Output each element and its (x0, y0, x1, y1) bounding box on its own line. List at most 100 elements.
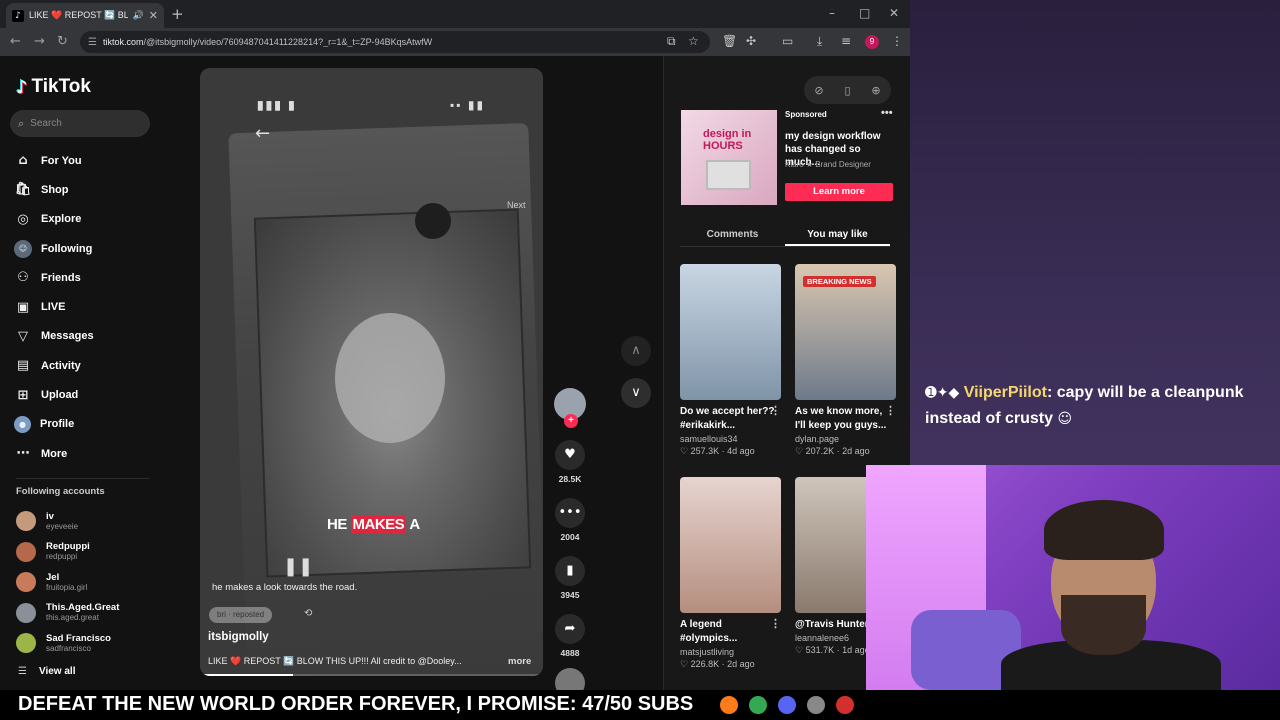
video-progress-bar[interactable] (200, 674, 543, 676)
tab-comments[interactable]: Comments (680, 221, 785, 246)
video-thumbnail[interactable] (680, 264, 781, 400)
previous-video-button[interactable]: ∧ (621, 336, 651, 366)
sidebar-item-live[interactable]: ▣ LIVE (14, 292, 159, 321)
card-meta: ♡ 257.3K · 4d ago (680, 446, 781, 457)
card-username[interactable]: samuellouis34 (680, 434, 781, 444)
card-username[interactable]: matsjustliving (680, 647, 781, 657)
sidebar-item-messages[interactable]: ▽ Messages (14, 322, 159, 351)
video-card[interactable]: BREAKING NEWS ⋮ As we know more, I'll keep… (795, 264, 896, 457)
card-options-icon[interactable]: ⋮ (885, 404, 896, 417)
next-video-button[interactable]: ∨ (621, 378, 651, 408)
new-tab-button[interactable]: + (171, 5, 184, 23)
video-card[interactable]: ⋮ Do we accept her?? #erikakirk... samuell… (680, 264, 781, 457)
repost-pill[interactable]: bri · reposted (209, 607, 273, 623)
comment-icon[interactable]: ••• (555, 498, 585, 528)
sidebar-item-label: Explore (41, 213, 82, 226)
ad-thumbnail[interactable]: design in HOURS (681, 110, 777, 205)
speaker-icon[interactable]: 🔊 (133, 11, 144, 21)
learn-more-button[interactable]: Learn more (785, 183, 893, 201)
app-icon[interactable] (807, 696, 825, 714)
meta-separator: · (834, 446, 843, 456)
close-tab-icon[interactable]: ✕ (149, 9, 158, 22)
account-name: Sad Francisco (46, 632, 111, 644)
globe-icon[interactable]: ⊕ (871, 84, 880, 97)
tiktok-logo[interactable]: ♪ TikTok (16, 76, 91, 98)
following-account[interactable]: Sad Francisco sadfrancisco (16, 628, 156, 659)
follow-plus-icon[interactable]: + (564, 414, 578, 428)
firefox-icon[interactable] (720, 696, 738, 714)
extensions-icon[interactable]: ✣ (746, 34, 756, 48)
screen-share-icon[interactable]: ▭ (782, 34, 793, 48)
sidebar-item-for-you[interactable]: ⌂ For You (14, 146, 159, 175)
minimize-icon[interactable]: – (829, 6, 835, 20)
url-field[interactable]: ☰ tiktok.com/@itsbigmolly/video/76094870… (80, 31, 710, 53)
forward-icon[interactable]: → (34, 34, 45, 49)
trash-icon[interactable]: 🗑 (722, 34, 737, 48)
bookmark-star-icon[interactable]: ☆ (688, 34, 699, 48)
sidebar-item-label: Shop (41, 183, 69, 196)
back-icon[interactable]: ← (10, 34, 21, 49)
meta-separator: · (719, 659, 728, 669)
more-link[interactable]: more (508, 656, 531, 667)
search-input[interactable]: ⌕ Search (10, 110, 150, 137)
chat-colon: : (1046, 384, 1053, 401)
browser-tab[interactable]: ♪ LIKE ❤️ REPOST 🔄 BLOW 🔊 ✕ (6, 3, 164, 28)
cam-person-beard (1061, 595, 1146, 655)
repost-icon[interactable]: ⟲ (304, 608, 312, 619)
pause-icon[interactable]: ❚❚ (283, 556, 313, 577)
card-options-icon[interactable]: ⋮ (770, 617, 781, 630)
menu-icon[interactable]: ⋮ (891, 34, 903, 48)
card-username[interactable]: dylan.page (795, 434, 896, 444)
media-icon[interactable]: ≡ (841, 34, 851, 48)
youtube-icon[interactable] (836, 696, 854, 714)
chat-message: ➊✦◆ ViiperPiilot: capy will be a cleanpu… (925, 380, 1265, 432)
close-window-icon[interactable]: ✕ (889, 6, 899, 20)
following-account[interactable]: Redpuppi redpuppi (16, 537, 156, 568)
tab-you-may-like[interactable]: You may like (785, 221, 890, 246)
reload-icon[interactable]: ↻ (57, 34, 68, 49)
following-account[interactable]: This.Aged.Great this.aged.great (16, 598, 156, 629)
sidebar-item-activity[interactable]: ▤ Activity (14, 351, 159, 380)
sidebar-item-following[interactable]: ☺ Following (14, 234, 159, 263)
heart-icon[interactable]: ♥ (555, 440, 585, 470)
following-account[interactable]: Jel fruitopia.girl (16, 567, 156, 598)
video-player[interactable]: ▮▮▮ ▮ ▪▪ ▮▮ ← Next HE MAKES A ❚❚ he make… (200, 68, 543, 676)
site-info-icon[interactable]: ☰ (88, 37, 97, 48)
progress-fill (200, 674, 293, 676)
download-icon[interactable]: ⤓ (817, 34, 822, 49)
phone-status-right: ▪▪ ▮▮ (450, 98, 486, 112)
laptop-image (706, 160, 751, 190)
view-all-button[interactable]: ☰ View all (18, 666, 75, 677)
live-icon: ▣ (16, 299, 30, 315)
sidebar-item-upload[interactable]: ⊞ Upload (14, 380, 159, 409)
compass-icon: ◎ (17, 211, 29, 227)
list-icon: ☰ (18, 666, 27, 677)
maximize-icon[interactable]: □ (859, 6, 870, 20)
compass-icon[interactable]: ⊘ (814, 84, 823, 97)
video-thumbnail[interactable] (680, 477, 781, 613)
share-icon[interactable]: ➦ (555, 614, 585, 644)
bookmark-icon[interactable]: ▮ (555, 556, 585, 586)
account-handle: sadfrancisco (46, 643, 91, 653)
creator-avatar[interactable]: + (554, 388, 586, 428)
sidebar-item-friends[interactable]: ⚇ Friends (14, 263, 159, 292)
phone-icon[interactable]: ▯ (844, 84, 850, 97)
sidebar-item-more[interactable]: ⋯ More (14, 439, 159, 468)
sponsored-ad[interactable]: design in HOURS Sponsored ••• my design … (681, 107, 894, 205)
video-thumbnail[interactable]: BREAKING NEWS (795, 264, 896, 400)
stream-scene: ♪ LIKE ❤️ REPOST 🔄 BLOW 🔊 ✕ + – □ ✕ ← → … (0, 0, 1280, 720)
discord-icon[interactable] (778, 696, 796, 714)
avatar (16, 511, 36, 532)
ad-options-icon[interactable]: ••• (881, 107, 893, 119)
install-app-icon[interactable]: ⧉ (667, 34, 676, 49)
video-card[interactable]: ⋮ A legend #olympics... matsjustliving ♡ 22… (680, 477, 781, 670)
chrome-icon[interactable] (749, 696, 767, 714)
caption-word: A (409, 516, 420, 533)
sidebar-item-shop[interactable]: 🛍 Shop (14, 175, 159, 204)
following-account[interactable]: iv eyeveeie (16, 506, 156, 537)
sidebar-item-explore[interactable]: ◎ Explore (14, 205, 159, 234)
video-author[interactable]: itsbigmolly (208, 631, 269, 643)
sidebar-item-profile[interactable]: ● Profile (14, 410, 159, 439)
profile-badge[interactable]: 9 (865, 35, 879, 49)
card-options-icon[interactable]: ⋮ (770, 404, 781, 417)
